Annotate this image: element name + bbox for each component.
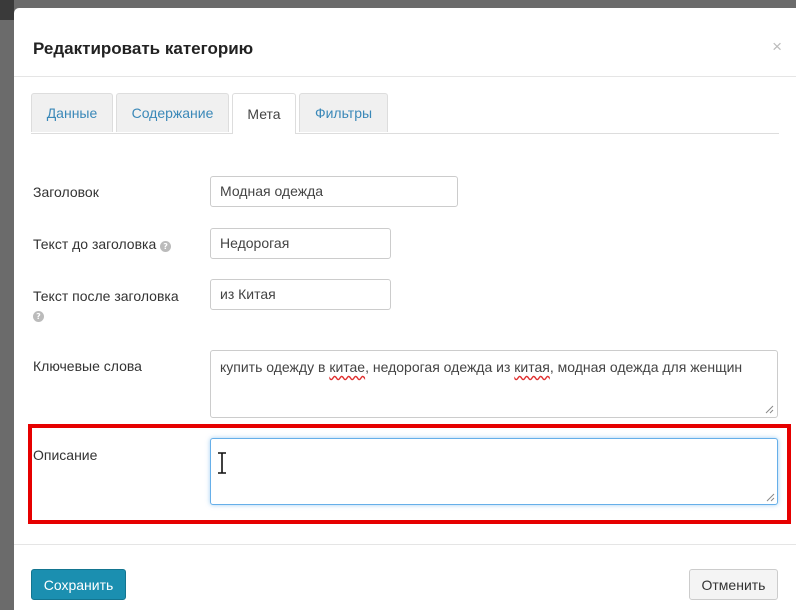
misspelled-word: китае (329, 359, 366, 375)
after-title-label: Текст после заголовка ? (33, 287, 179, 323)
close-icon[interactable]: × (772, 37, 782, 57)
edit-category-modal: Редактировать категорию × Данные Содержа… (14, 8, 796, 610)
modal-title: Редактировать категорию (33, 39, 254, 58)
modal-footer: Сохранить Отменить (14, 544, 796, 610)
keywords-textarea[interactable]: купить одежду в китае, недорогая одежда … (210, 350, 778, 418)
cancel-button[interactable]: Отменить (689, 569, 778, 600)
before-title-label-text: Текст до заголовка (33, 236, 157, 252)
title-input[interactable]: Модная одежда (210, 176, 458, 207)
modal-header: Редактировать категорию × (14, 8, 796, 77)
question-circle-icon[interactable]: ? (160, 241, 172, 252)
backdrop-strip (0, 0, 14, 20)
misspelled-word: китая (514, 359, 550, 375)
resize-grip-icon[interactable] (764, 404, 774, 414)
before-title-label: Текст до заголовка ? (33, 235, 172, 253)
question-circle-icon[interactable]: ? (33, 311, 44, 322)
keywords-text-part: купить одежду в (220, 359, 330, 375)
description-highlight-frame (28, 424, 791, 524)
tab-filters[interactable]: Фильтры (299, 93, 388, 132)
tab-content[interactable]: Содержание (116, 93, 229, 132)
tab-bar: Данные Содержание Мета Фильтры (31, 93, 779, 134)
tab-data[interactable]: Данные (31, 93, 113, 132)
after-title-label-text: Текст после заголовка (33, 288, 179, 304)
keywords-label: Ключевые слова (33, 358, 142, 374)
tab-meta[interactable]: Мета (232, 93, 296, 134)
keywords-text-part: , недорогая одежда из (365, 359, 515, 375)
title-label: Заголовок (33, 184, 99, 200)
save-button[interactable]: Сохранить (31, 569, 126, 600)
before-title-input[interactable]: Недорогая (210, 228, 391, 259)
after-title-input[interactable]: из Китая (210, 279, 391, 310)
keywords-text-part: , модная одежда для женщин (549, 359, 743, 375)
